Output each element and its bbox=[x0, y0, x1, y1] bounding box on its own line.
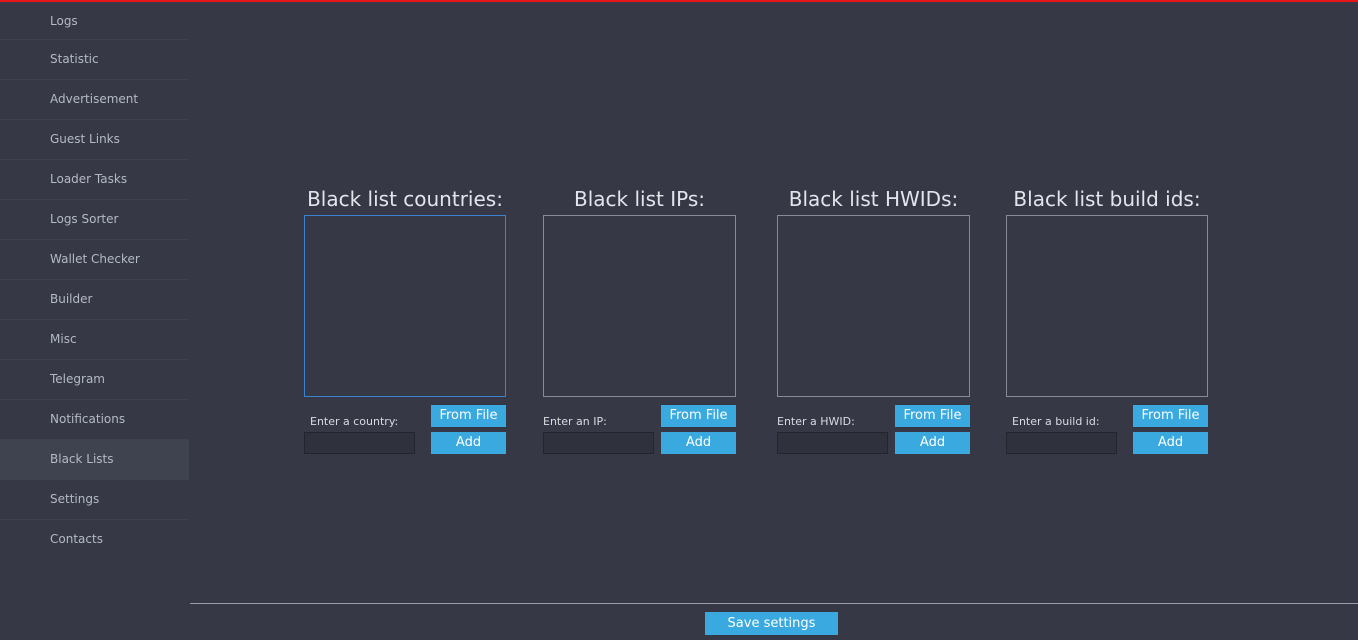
sidebar-item-label: Wallet Checker bbox=[50, 252, 140, 266]
sidebar-item-advertisement[interactable]: Advertisement bbox=[0, 80, 189, 120]
sidebar-item-black-lists[interactable]: Black Lists bbox=[0, 440, 189, 480]
sidebar-item-contacts[interactable]: Contacts bbox=[0, 520, 189, 560]
hwids-add-button[interactable]: Add bbox=[895, 432, 970, 454]
sidebar-item-label: Misc bbox=[50, 332, 77, 346]
sidebar-item-label: Telegram bbox=[50, 372, 105, 386]
ip-input-label: Enter an IP: bbox=[543, 415, 607, 428]
sidebar: Logs Statistic Advertisement Guest Links… bbox=[0, 2, 189, 640]
sidebar-item-label: Notifications bbox=[50, 412, 126, 426]
hwids-title: Black list HWIDs: bbox=[788, 187, 959, 211]
country-input-label: Enter a country: bbox=[310, 415, 399, 428]
build-id-input-label: Enter a build id: bbox=[1012, 415, 1100, 428]
countries-add-button[interactable]: Add bbox=[431, 432, 506, 454]
ips-title: Black list IPs: bbox=[574, 187, 705, 211]
sidebar-item-logs[interactable]: Logs bbox=[0, 2, 189, 40]
sidebar-item-wallet-checker[interactable]: Wallet Checker bbox=[0, 240, 189, 280]
sidebar-item-builder[interactable]: Builder bbox=[0, 280, 189, 320]
save-settings-button[interactable]: Save settings bbox=[705, 612, 838, 635]
hwid-input-label: Enter a HWID: bbox=[777, 415, 855, 428]
sidebar-item-notifications[interactable]: Notifications bbox=[0, 400, 189, 440]
sidebar-item-label: Contacts bbox=[50, 532, 103, 546]
build-ids-list[interactable] bbox=[1006, 215, 1208, 397]
sidebar-item-misc[interactable]: Misc bbox=[0, 320, 189, 360]
countries-title: Black list countries: bbox=[307, 187, 503, 211]
main-content: Black list countries: Enter a country: F… bbox=[190, 2, 1358, 640]
sidebar-item-label: Logs bbox=[50, 14, 78, 28]
build-ids-from-file-button[interactable]: From File bbox=[1133, 405, 1208, 427]
countries-list[interactable] bbox=[304, 215, 506, 397]
sidebar-item-label: Builder bbox=[50, 292, 93, 306]
build-id-input[interactable] bbox=[1006, 432, 1117, 454]
hwid-input[interactable] bbox=[777, 432, 888, 454]
sidebar-item-logs-sorter[interactable]: Logs Sorter bbox=[0, 200, 189, 240]
sidebar-item-settings[interactable]: Settings bbox=[0, 480, 189, 520]
sidebar-item-label: Advertisement bbox=[50, 92, 139, 106]
sidebar-item-label: Statistic bbox=[50, 52, 99, 66]
sidebar-item-label: Guest Links bbox=[50, 132, 120, 146]
countries-from-file-button[interactable]: From File bbox=[431, 405, 506, 427]
hwids-list[interactable] bbox=[777, 215, 970, 397]
ips-list[interactable] bbox=[543, 215, 736, 397]
sidebar-item-statistic[interactable]: Statistic bbox=[0, 40, 189, 80]
sidebar-item-loader-tasks[interactable]: Loader Tasks bbox=[0, 160, 189, 200]
country-input[interactable] bbox=[304, 432, 415, 454]
ips-add-button[interactable]: Add bbox=[661, 432, 736, 454]
sidebar-item-guest-links[interactable]: Guest Links bbox=[0, 120, 189, 160]
sidebar-item-telegram[interactable]: Telegram bbox=[0, 360, 189, 400]
sidebar-item-label: Loader Tasks bbox=[50, 172, 128, 186]
sidebar-item-label: Settings bbox=[50, 492, 100, 506]
ips-from-file-button[interactable]: From File bbox=[661, 405, 736, 427]
sidebar-item-label: Black Lists bbox=[50, 452, 114, 466]
ip-input[interactable] bbox=[543, 432, 654, 454]
sidebar-item-label: Logs Sorter bbox=[50, 212, 119, 226]
build-ids-title: Black list build ids: bbox=[1013, 187, 1201, 211]
footer-divider bbox=[190, 603, 1358, 604]
build-ids-add-button[interactable]: Add bbox=[1133, 432, 1208, 454]
hwids-from-file-button[interactable]: From File bbox=[895, 405, 970, 427]
